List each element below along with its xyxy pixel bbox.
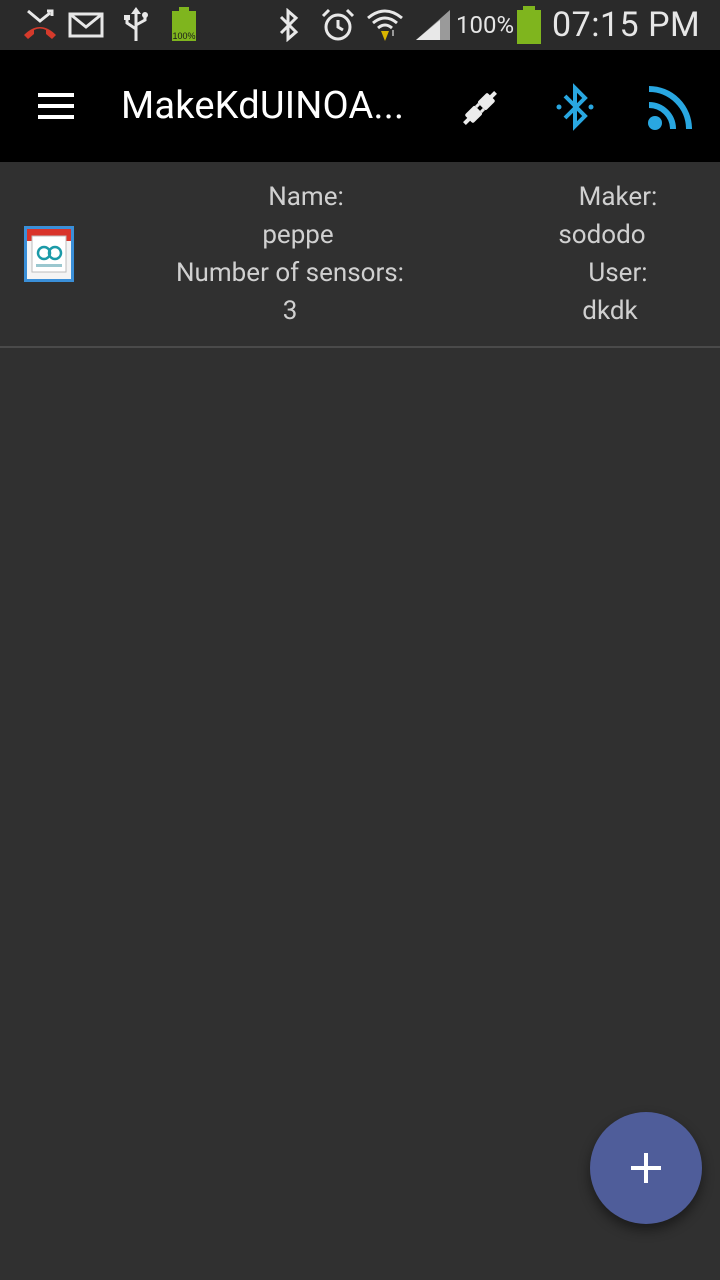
sensors-label: Number of sensors: <box>176 258 404 288</box>
mail-icon <box>68 6 104 44</box>
wifi-icon <box>366 6 404 44</box>
plug-icon <box>463 91 497 125</box>
hamburger-icon-line <box>38 93 74 97</box>
plus-icon <box>631 1153 661 1183</box>
signal-icon <box>414 6 452 44</box>
plug-connect-button[interactable] <box>450 78 510 138</box>
wifi-feed-button[interactable] <box>642 78 702 138</box>
maker-label: Maker: <box>578 182 658 212</box>
status-bar: 100% 100% 07:15 PM <box>0 0 720 50</box>
bluetooth-icon <box>276 6 302 44</box>
svg-text:100%: 100% <box>172 31 195 41</box>
battery-percent: 100% <box>456 11 515 39</box>
sensors-value: 3 <box>282 296 298 326</box>
add-device-button[interactable] <box>590 1112 702 1224</box>
clock: 07:15 PM <box>552 5 701 45</box>
name-label: Name: <box>268 182 344 212</box>
app-toolbar: MakeKdUINOA... <box>0 50 720 162</box>
usb-icon <box>122 6 150 44</box>
arduino-app-icon <box>24 226 74 282</box>
bluetooth-icon <box>556 83 594 131</box>
battery-icon <box>514 6 544 44</box>
battery-widget-icon: 100% <box>168 6 200 44</box>
menu-button[interactable] <box>28 84 84 128</box>
hamburger-icon-line <box>38 104 74 108</box>
bluetooth-button[interactable] <box>546 78 606 138</box>
app-title: MakeKdUINOA... <box>121 84 405 128</box>
missed-call-icon <box>20 6 60 44</box>
name-value: peppe <box>262 220 334 250</box>
wifi-feed-icon <box>648 86 692 130</box>
device-list-item[interactable]: Name: peppe Number of sensors: 3 Maker: … <box>0 162 720 348</box>
user-label: User: <box>588 258 648 288</box>
hamburger-icon-line <box>38 115 74 119</box>
alarm-icon <box>320 6 356 44</box>
user-value: dkdk <box>582 296 638 326</box>
maker-value: sododo <box>558 220 646 250</box>
